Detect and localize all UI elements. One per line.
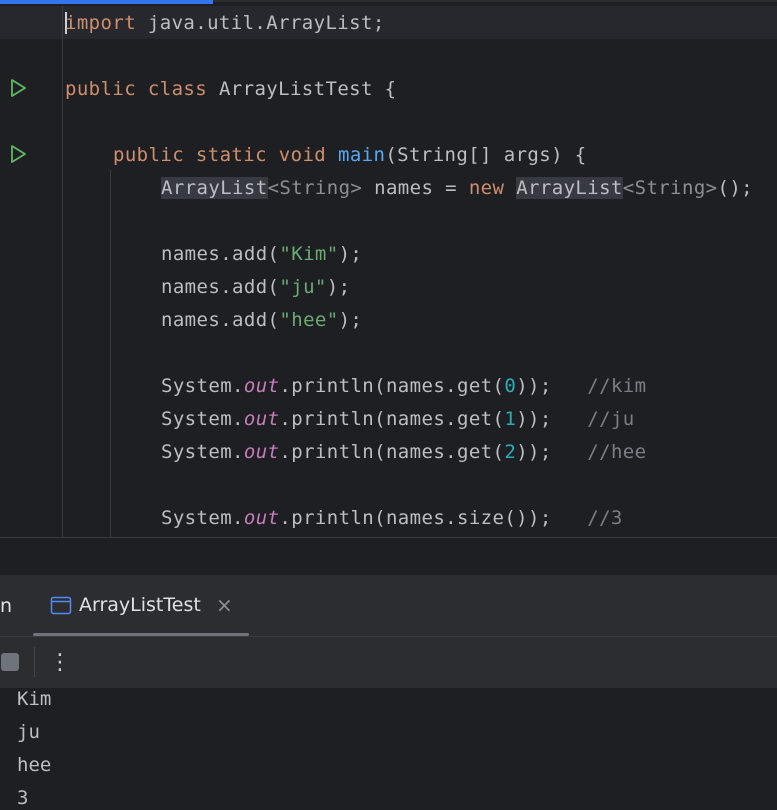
number-literal: 1 xyxy=(504,407,517,430)
system-class: System. xyxy=(161,374,244,397)
println-call: .println(names.size()); xyxy=(279,506,552,529)
code-line-println: System. out .println(names.get(2)); //hee xyxy=(161,435,646,468)
code-line-add: names.add("Kim"); xyxy=(161,237,362,270)
console-output[interactable]: Kim ju hee 3 xyxy=(0,688,777,810)
run-main-icon[interactable] xyxy=(7,143,29,165)
type-arraylist: ArrayList xyxy=(516,176,623,199)
code-line-declaration: ArrayList <String> names = new ArrayList <… xyxy=(161,171,753,204)
console-icon xyxy=(50,596,72,615)
generic-type: <String> xyxy=(622,176,718,199)
system-class: System. xyxy=(161,407,244,430)
console-line: Kim xyxy=(17,687,52,710)
out-field: out xyxy=(243,506,280,529)
code-line-main: public static void main (String[] args) { xyxy=(113,138,587,171)
keyword-void: void xyxy=(278,143,327,166)
editor-top-border xyxy=(213,0,777,2)
line-comment: //kim xyxy=(587,374,647,397)
call-close: )); xyxy=(516,440,552,463)
out-field: out xyxy=(243,407,280,430)
tab-label: ArrayListTest xyxy=(79,594,201,616)
println-call: .println(names.get( xyxy=(279,440,505,463)
tab-arraylisttest[interactable]: ArrayListTest × xyxy=(33,575,249,636)
number-literal: 0 xyxy=(504,374,517,397)
class-name: ArrayListTest { xyxy=(218,77,397,100)
keyword-public: public xyxy=(113,143,185,166)
keyword-static: static xyxy=(195,143,267,166)
string-literal: "ju" xyxy=(279,275,327,298)
system-class: System. xyxy=(161,506,244,529)
console-line: hee xyxy=(17,753,52,776)
println-call: .println(names.get( xyxy=(279,374,505,397)
code-line-println-size: System. out .println(names.size()); //3 xyxy=(161,501,623,534)
progress-bar xyxy=(0,0,213,4)
console-line: 3 xyxy=(17,786,29,809)
run-toolbar xyxy=(0,637,777,688)
ide-window: import java.util.ArrayList; public class… xyxy=(0,0,777,810)
generic-type: <String> xyxy=(267,176,363,199)
string-literal: "hee" xyxy=(279,308,339,331)
editor-tool-separator xyxy=(0,537,777,575)
keyword-class: class xyxy=(147,77,208,100)
type-arraylist: ArrayList xyxy=(161,176,268,199)
code-line-add: names.add("hee"); xyxy=(161,303,362,336)
code-line-println: System. out .println(names.get(1)); //ju xyxy=(161,402,635,435)
add-close: ); xyxy=(338,242,363,265)
method-name: main xyxy=(337,143,386,166)
indent-guide xyxy=(110,170,111,537)
add-close: ); xyxy=(338,308,363,331)
var-assign: names = xyxy=(362,176,469,199)
toolbar-divider xyxy=(34,647,35,677)
call-close: )); xyxy=(516,374,552,397)
println-call: .println(names.get( xyxy=(279,407,505,430)
run-class-icon[interactable] xyxy=(7,77,29,99)
line-comment: //hee xyxy=(587,440,647,463)
tool-window-title: n xyxy=(0,595,13,617)
run-tool-window-header: n ArrayListTest × xyxy=(0,575,777,637)
add-call: names.add( xyxy=(161,242,280,265)
gutter-separator xyxy=(62,6,63,537)
system-class: System. xyxy=(161,440,244,463)
more-options-icon[interactable]: ⋮ xyxy=(49,647,71,677)
keyword-new: new xyxy=(468,176,505,199)
method-params: (String[] args) { xyxy=(385,143,587,166)
line-comment: //ju xyxy=(587,407,635,430)
number-literal: 2 xyxy=(504,440,517,463)
out-field: out xyxy=(243,440,280,463)
console-line: ju xyxy=(17,720,40,743)
keyword-public: public xyxy=(65,77,137,100)
close-icon[interactable]: × xyxy=(216,593,233,617)
code-line-add: names.add("ju"); xyxy=(161,270,350,303)
code-line-class: public class ArrayListTest { xyxy=(65,72,397,105)
add-call: names.add( xyxy=(161,275,280,298)
code-line-import: import java.util.ArrayList; xyxy=(65,6,385,39)
code-editor[interactable]: import java.util.ArrayList; public class… xyxy=(0,0,777,537)
line-comment: //3 xyxy=(587,506,623,529)
call-close: )); xyxy=(516,407,552,430)
import-path: java.util.ArrayList; xyxy=(136,11,385,34)
add-close: ); xyxy=(326,275,351,298)
string-literal: "Kim" xyxy=(279,242,339,265)
keyword-import: import xyxy=(65,11,137,34)
tab-active-indicator xyxy=(33,633,249,636)
ctor-call: (); xyxy=(717,176,754,199)
add-call: names.add( xyxy=(161,308,280,331)
out-field: out xyxy=(243,374,280,397)
stop-button[interactable] xyxy=(1,653,19,671)
code-line-println: System. out .println(names.get(0)); //kim xyxy=(161,369,646,402)
